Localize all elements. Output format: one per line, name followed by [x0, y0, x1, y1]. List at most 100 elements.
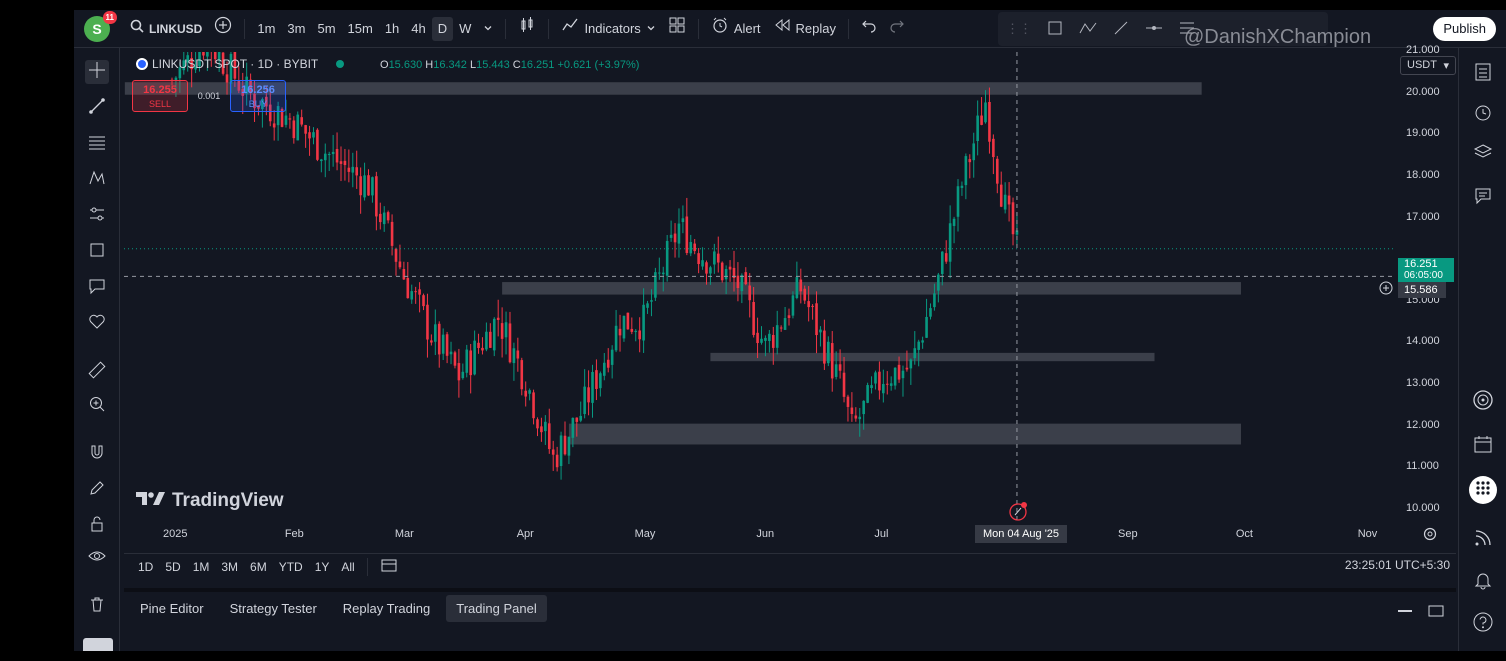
timescale-settings-button[interactable] [1422, 526, 1438, 547]
sell-button[interactable]: 16.255 SELL [132, 80, 188, 112]
interval-15m[interactable]: 15m [342, 17, 379, 41]
candle-body [536, 419, 539, 429]
time-scale[interactable]: 2025 Feb Mar Apr May Jun Jul Sep Oct Nov [124, 525, 1456, 545]
interval-5m[interactable]: 5m [311, 17, 341, 41]
compare-button[interactable] [208, 16, 238, 42]
lock-tool[interactable] [85, 514, 109, 538]
candle-body [418, 289, 421, 295]
interval-dropdown[interactable] [477, 17, 499, 41]
measure-tool[interactable] [85, 360, 109, 384]
range-ytd[interactable]: YTD [279, 560, 303, 574]
stay-drawing-tool[interactable] [85, 478, 109, 502]
interval-1h[interactable]: 1h [379, 17, 405, 41]
candle-body [563, 435, 567, 455]
interval-4h[interactable]: 4h [405, 17, 431, 41]
publish-button[interactable]: Publish [1433, 17, 1496, 41]
pattern-tool[interactable] [85, 168, 109, 192]
hide-tool[interactable] [85, 546, 109, 570]
data-window-button[interactable] [1471, 142, 1495, 166]
user-avatar[interactable]: S 11 [84, 10, 117, 42]
zigzag-icon[interactable] [1078, 19, 1098, 40]
horizontal-line-icon[interactable] [1144, 19, 1164, 40]
range-1m[interactable]: 1M [193, 560, 210, 574]
time-tick-label: Sep [1117, 528, 1138, 540]
candle-body [394, 248, 398, 262]
calendar-button[interactable] [1471, 434, 1495, 458]
zoom-tool[interactable] [85, 394, 109, 418]
trendline-tool[interactable] [85, 96, 109, 120]
favorites-star-tab[interactable] [83, 638, 113, 651]
range-6m[interactable]: 6M [250, 560, 267, 574]
candle-body [944, 253, 948, 262]
fib-tool[interactable] [85, 132, 109, 156]
goto-date-button[interactable] [380, 557, 398, 576]
plus-circle-icon [214, 16, 232, 42]
icon-tool[interactable] [85, 312, 109, 336]
range-1y[interactable]: 1Y [315, 560, 330, 574]
replay-button[interactable]: Replay [767, 17, 842, 41]
delete-tool[interactable] [85, 594, 109, 618]
add-alert-button[interactable] [1378, 281, 1394, 298]
close-value: 16.251 [520, 59, 555, 71]
clock-timezone[interactable]: 23:25:01 UTC+5:30 [1345, 558, 1450, 572]
interval-3m[interactable]: 3m [281, 17, 311, 41]
candle-body [288, 118, 292, 120]
prediction-tool[interactable] [85, 204, 109, 228]
calendar-range-icon [380, 559, 398, 576]
help-button[interactable] [1471, 612, 1495, 636]
tab-strategy-tester[interactable]: Strategy Tester [220, 595, 327, 622]
layouts-button[interactable] [662, 17, 692, 41]
tab-trading-panel[interactable]: Trading Panel [446, 595, 547, 622]
candle-body [838, 364, 842, 371]
drag-handle-icon[interactable]: ⋮⋮ [1006, 21, 1032, 37]
maximize-panel-button[interactable] [1428, 604, 1444, 621]
price-chart[interactable] [124, 52, 1456, 588]
candle-body [764, 337, 767, 341]
tab-replay-trading[interactable]: Replay Trading [333, 595, 440, 622]
interval-w[interactable]: W [453, 17, 477, 41]
text-tool[interactable] [85, 276, 109, 300]
interval-1m[interactable]: 1m [251, 17, 281, 41]
rectangle-icon[interactable] [1046, 19, 1064, 40]
interval-d[interactable]: D [431, 16, 454, 41]
price-tick-label: 19.000 [1406, 127, 1440, 140]
crosshair-price-tag: 15.586 [1398, 282, 1446, 298]
candle-body [327, 154, 331, 156]
range-3m[interactable]: 3M [221, 560, 238, 574]
candle-body [465, 349, 469, 373]
shape-tool[interactable] [85, 240, 109, 264]
tab-pine-editor[interactable]: Pine Editor [130, 595, 214, 622]
candle-body [485, 331, 488, 350]
chart-type-button[interactable] [512, 16, 542, 41]
apps-button[interactable] [1469, 476, 1497, 504]
redo-button[interactable] [883, 17, 911, 41]
indicators-button[interactable]: Indicators [555, 17, 661, 41]
candle-body [811, 305, 814, 307]
undo-button[interactable] [855, 17, 883, 41]
chats-button[interactable] [1471, 186, 1495, 210]
alert-button[interactable]: Alert [705, 17, 767, 41]
buy-button[interactable]: 16.256 BUY [230, 80, 286, 112]
event-marker[interactable] [1008, 500, 1030, 527]
range-1d[interactable]: 1D [138, 560, 153, 574]
time-tick-label: Mar [394, 528, 414, 540]
watchlist-button[interactable] [1471, 62, 1495, 86]
candle-body [677, 223, 681, 244]
magnet-tool[interactable] [85, 442, 109, 466]
range-all[interactable]: All [341, 560, 354, 574]
crosshair-tool[interactable] [85, 60, 109, 84]
target-button[interactable] [1471, 389, 1495, 414]
alerts-button[interactable] [1471, 102, 1495, 126]
range-5d[interactable]: 5D [165, 560, 180, 574]
notifications-button[interactable] [1471, 570, 1495, 594]
pen-line-icon[interactable] [1112, 19, 1130, 40]
minimize-panel-button[interactable] [1398, 610, 1412, 612]
time-tick-label: Jun [756, 528, 775, 540]
candle-body [897, 364, 901, 380]
sell-label: SELL [148, 99, 172, 109]
streams-button[interactable] [1471, 528, 1495, 552]
symbol-search[interactable]: LINKUSD [124, 17, 208, 41]
symbol-title[interactable]: LINKUSDT SPOT · 1D · BYBIT [152, 57, 318, 71]
price-tick-label: 12.000 [1406, 418, 1440, 431]
candle-body [771, 334, 775, 348]
